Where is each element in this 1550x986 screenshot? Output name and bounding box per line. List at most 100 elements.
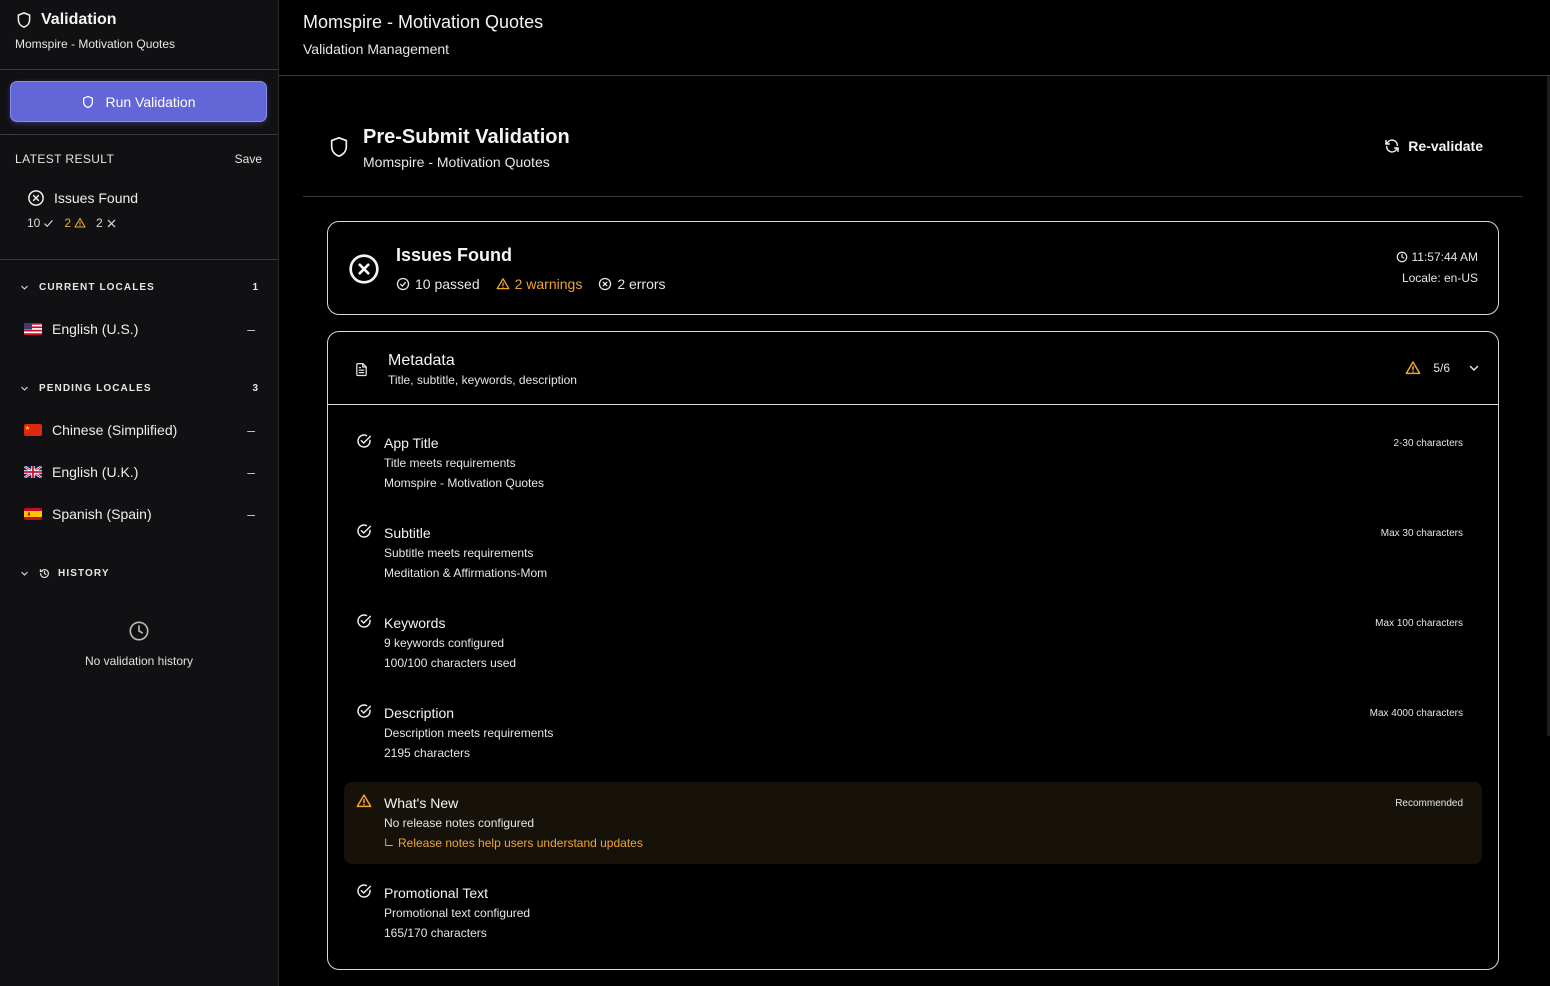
locale-name: Chinese (Simplified)	[52, 422, 178, 438]
chevron-down-icon[interactable]	[1468, 362, 1480, 374]
history-empty-text: No validation history	[84, 654, 194, 668]
es-flag-icon	[24, 508, 42, 520]
history-header[interactable]: HISTORY	[0, 563, 278, 583]
document-icon	[354, 361, 369, 378]
locale-item-chinese-simplified[interactable]: Chinese (Simplified) –	[0, 409, 278, 451]
latest-status[interactable]: Issues Found	[27, 189, 262, 207]
latest-result-label: LATEST RESULT	[15, 152, 115, 166]
check-requirement: Recommended	[1395, 798, 1463, 809]
locale-name: English (U.K.)	[52, 464, 139, 480]
check-circle-icon	[356, 883, 372, 899]
check-hint-text: Release notes help users understand upda…	[398, 836, 643, 850]
result-locale: Locale: en-US	[1401, 271, 1478, 285]
warning-icon	[1405, 360, 1421, 376]
cn-flag-icon	[24, 424, 42, 436]
result-stats: 10 passed 2 warnings 2 errors	[396, 276, 666, 292]
run-validation-container: Run Validation	[0, 70, 278, 135]
locale-name: English (U.S.)	[52, 321, 139, 337]
pending-locales-label: PENDING LOCALES	[39, 382, 152, 394]
history-icon	[39, 568, 50, 579]
check-title: Promotional Text	[384, 885, 489, 901]
result-time: 11:57:44 AM	[1411, 250, 1479, 264]
result-summary-card: Issues Found 10 passed 2 warnings 2 erro…	[327, 221, 1499, 315]
check-message: Title meets requirements	[384, 456, 516, 470]
check-detail: Meditation & Affirmations-Mom	[384, 566, 548, 580]
latest-counts: 10 2 2	[27, 216, 262, 230]
run-validation-button[interactable]: Run Validation	[10, 81, 267, 122]
sidebar-title: Validation	[41, 11, 117, 28]
check-item-subtitle: Subtitle Subtitle meets requirements Med…	[344, 512, 1482, 594]
check-requirement: Max 100 characters	[1375, 618, 1463, 629]
errors-stat: 2 errors	[598, 276, 666, 292]
latest-status-label: Issues Found	[54, 190, 139, 206]
errors-stat-label: 2 errors	[617, 276, 666, 292]
result-title: Issues Found	[396, 245, 513, 265]
us-flag-icon	[24, 323, 42, 335]
check-item-promotional-text: Promotional Text Promotional text config…	[344, 872, 1482, 954]
chevron-down-icon	[20, 384, 29, 393]
check-title: What's New	[384, 795, 459, 811]
check-hint: Release notes help users understand upda…	[384, 836, 643, 850]
check-requirement: Max 30 characters	[1380, 528, 1463, 539]
check-title: App Title	[384, 435, 439, 451]
gb-flag-icon	[24, 466, 42, 478]
metadata-card: Metadata Title, subtitle, keywords, desc…	[327, 331, 1499, 970]
locale-status: –	[247, 464, 255, 480]
revalidate-button[interactable]: Re-validate	[1384, 138, 1483, 154]
sidebar: Validation Momspire - Motivation Quotes …	[0, 0, 279, 986]
warning-icon	[74, 217, 86, 229]
check-title: Description	[384, 705, 455, 721]
metadata-title: Metadata	[388, 352, 455, 369]
clock-icon	[128, 620, 150, 642]
warnings-stat: 2 warnings	[496, 276, 583, 292]
metadata-score: 5/6	[1405, 360, 1480, 376]
shield-icon	[15, 11, 33, 29]
validation-title: Pre-Submit Validation	[363, 126, 570, 148]
check-detail: 165/170 characters	[384, 926, 487, 940]
refresh-icon	[1384, 138, 1400, 154]
check-circle-icon	[356, 703, 372, 719]
locale-item-english-uk[interactable]: English (U.K.) –	[0, 451, 278, 493]
check-message: 9 keywords configured	[384, 636, 505, 650]
history-empty-state: No validation history	[0, 620, 278, 668]
check-message: Subtitle meets requirements	[384, 546, 534, 560]
validation-subtitle: Momspire - Motivation Quotes	[363, 154, 550, 170]
check-item-app-title: App Title Title meets requirements Momsp…	[344, 422, 1482, 504]
current-locales-count: 1	[252, 281, 258, 293]
shield-icon	[81, 95, 95, 109]
locale-item-spanish-spain[interactable]: Spanish (Spain) –	[0, 493, 278, 535]
passed-count-value: 10	[27, 216, 41, 230]
check-circle-icon	[356, 433, 372, 449]
metadata-header[interactable]: Metadata Title, subtitle, keywords, desc…	[328, 332, 1498, 405]
check-title: Keywords	[384, 615, 446, 631]
check-message: Promotional text configured	[384, 906, 531, 920]
locale-item-english-us[interactable]: English (U.S.) –	[0, 308, 278, 350]
pending-locales-count: 3	[252, 382, 258, 394]
check-requirement: Max 4000 characters	[1369, 708, 1463, 719]
current-locales-label: CURRENT LOCALES	[39, 281, 155, 293]
current-locales-header[interactable]: CURRENT LOCALES 1	[0, 277, 278, 297]
passed-stat-label: 10 passed	[415, 276, 480, 292]
warning-count-value: 2	[64, 216, 72, 230]
check-icon	[43, 218, 54, 229]
x-icon	[106, 218, 117, 229]
error-count: 2	[96, 216, 117, 230]
pending-locales-header[interactable]: PENDING LOCALES 3	[0, 378, 278, 398]
save-button[interactable]: Save	[235, 152, 262, 166]
x-circle-icon	[27, 189, 45, 207]
warning-icon	[496, 277, 510, 291]
check-circle-icon	[356, 523, 372, 539]
sidebar-header: Validation Momspire - Motivation Quotes	[0, 0, 278, 70]
page-title: Momspire - Motivation Quotes	[303, 12, 544, 32]
sidebar-app-name: Momspire - Motivation Quotes	[15, 37, 176, 51]
locale-status: –	[247, 321, 255, 337]
locale-status: –	[247, 422, 255, 438]
check-title: Subtitle	[384, 525, 431, 541]
check-message: Description meets requirements	[384, 726, 554, 740]
warnings-stat-label: 2 warnings	[514, 276, 583, 292]
warning-count: 2	[64, 216, 86, 230]
check-message: No release notes configured	[384, 816, 535, 830]
check-item-whats-new: What's New No release notes configured R…	[344, 782, 1482, 864]
check-detail: 2195 characters	[384, 746, 471, 760]
passed-stat: 10 passed	[396, 276, 480, 292]
